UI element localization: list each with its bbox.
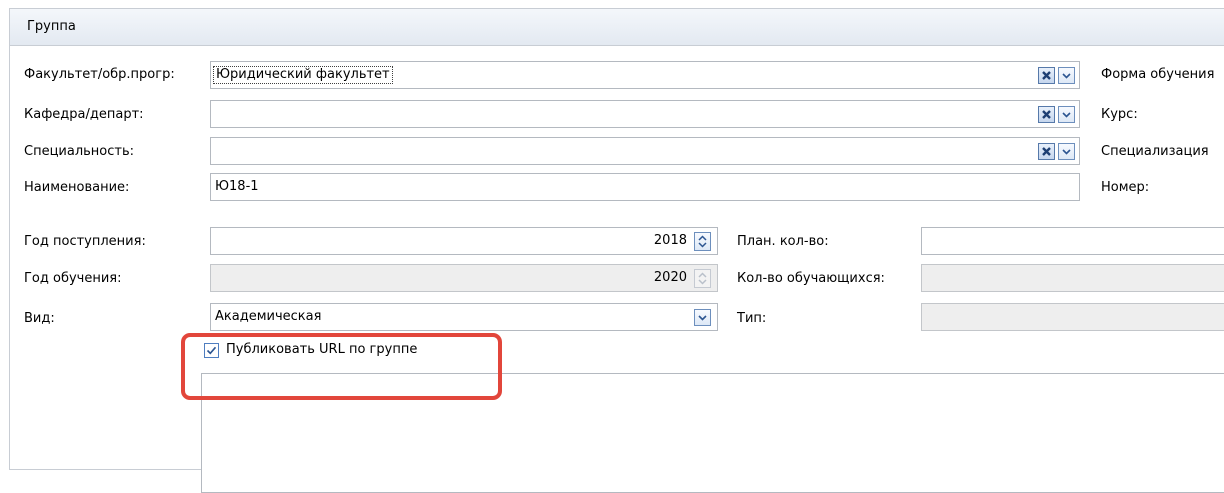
department-field[interactable] [210, 100, 1080, 128]
students-count-input [921, 264, 1224, 292]
faculty-value: Юридический факультет [213, 66, 393, 84]
spin-updown-icon [694, 269, 711, 288]
faculty-label: Факультет/обр.прогр: [24, 67, 175, 82]
clear-x-icon[interactable] [1038, 143, 1055, 160]
publish-url-checkbox[interactable] [204, 343, 219, 358]
name-label: Наименование: [24, 180, 130, 195]
form-label: Форма обучения [1101, 67, 1215, 82]
clear-x-icon[interactable] [1038, 67, 1055, 84]
specialty-label: Специальность: [24, 144, 135, 159]
group-header: Группа [10, 9, 1224, 46]
checkmark-icon [206, 346, 217, 355]
publish-url-label: Публиковать URL по группе [226, 342, 418, 357]
chevron-down-icon[interactable] [1058, 143, 1075, 160]
specialty-field[interactable] [210, 137, 1080, 165]
type-label: Вид: [24, 311, 55, 326]
group-title: Группа [27, 19, 76, 34]
kind-label: Тип: [737, 311, 767, 326]
study-year-label: Год обучения: [24, 271, 122, 286]
clear-x-icon[interactable] [1038, 106, 1055, 123]
chevron-down-icon[interactable] [1058, 67, 1075, 84]
students-count-label: Кол-во обучающихся: [737, 271, 885, 286]
chevron-down-icon[interactable] [1058, 106, 1075, 123]
admission-year-label: Год поступления: [24, 234, 146, 249]
chevron-down-icon[interactable] [694, 309, 711, 326]
admission-year-value: 2018 [653, 233, 687, 248]
faculty-field[interactable]: Юридический факультет [210, 61, 1080, 89]
specialization-label: Специализация [1101, 144, 1209, 159]
type-select[interactable]: Академическая [210, 303, 718, 331]
name-input[interactable]: Ю18-1 [210, 173, 1080, 201]
number-label: Номер: [1101, 180, 1150, 195]
department-label: Кафедра/департ: [24, 107, 144, 122]
planned-count-input[interactable] [921, 227, 1224, 255]
spin-updown-icon[interactable] [694, 232, 711, 251]
description-textarea[interactable] [201, 373, 1224, 493]
admission-year-spinner[interactable]: 2018 [210, 227, 718, 255]
study-year-value: 2020 [653, 270, 687, 285]
kind-input [921, 303, 1224, 331]
name-value: Ю18-1 [215, 179, 259, 194]
type-value: Академическая [215, 309, 322, 324]
study-year-spinner: 2020 [210, 264, 718, 292]
planned-count-label: План. кол-во: [737, 234, 829, 249]
course-label: Курс: [1101, 107, 1138, 122]
